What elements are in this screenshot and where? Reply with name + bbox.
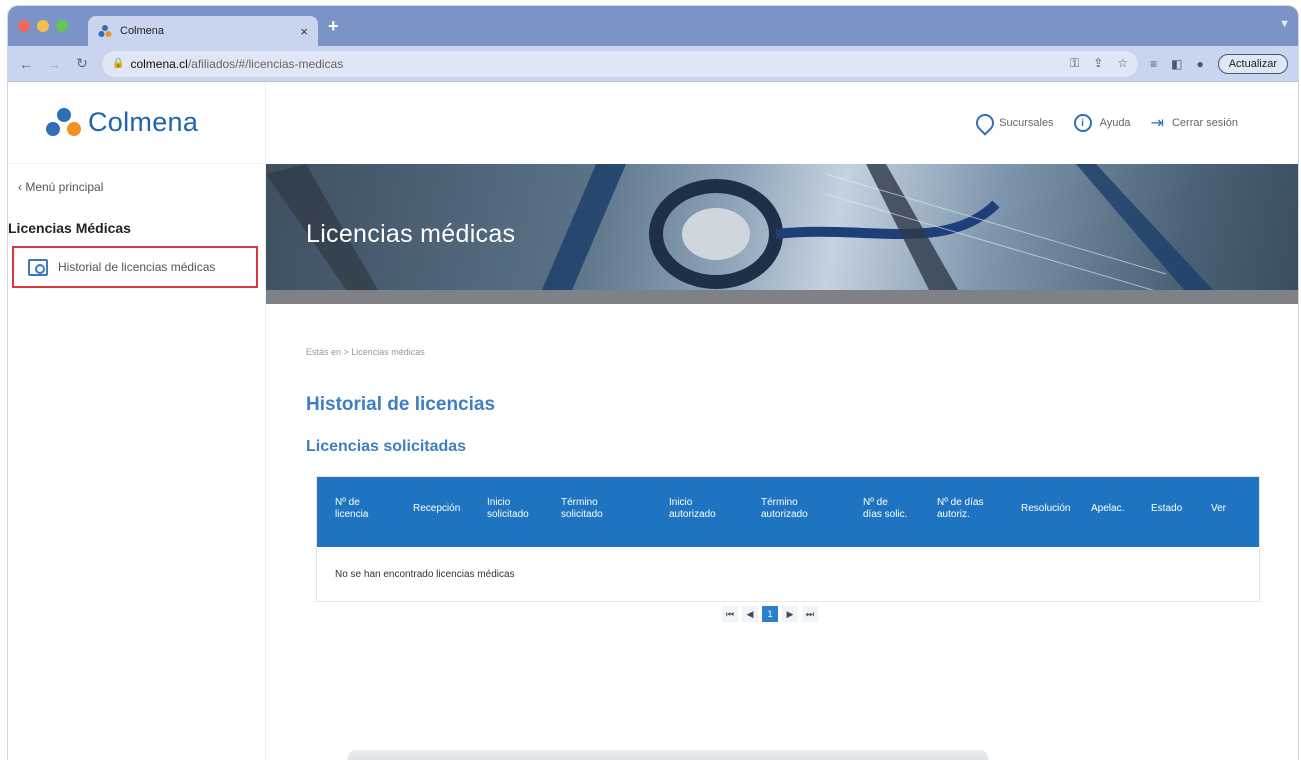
colmena-logo[interactable]: Colmena [8, 82, 265, 164]
back-arrow-icon[interactable]: ← [18, 56, 34, 72]
col-inicio-autorizado[interactable]: Inicio autorizado [669, 497, 716, 521]
sidebar: Colmena ‹ Menú principal Licencias Médic… [8, 82, 266, 760]
reading-list-icon[interactable]: ≡ [1150, 57, 1157, 71]
page-banner: Licencias médicas [266, 164, 1298, 304]
lock-icon: 🔒 [112, 58, 125, 69]
col-numero-licencia[interactable]: Nº de licencia [335, 497, 368, 521]
window-controls [18, 20, 68, 32]
sidebar-item-label: Historial de licencias médicas [58, 260, 216, 274]
key-icon[interactable]: ⚿ [1070, 56, 1079, 71]
forward-arrow-icon[interactable]: → [46, 56, 62, 72]
nav-ayuda[interactable]: i Ayuda [1073, 114, 1131, 132]
tab-title: Colmena [120, 25, 165, 37]
new-tab-button[interactable]: + [328, 16, 339, 37]
nav-logout[interactable]: ⇥ Cerrar sesión [1151, 113, 1238, 133]
address-bar-icons: ⚿ ⇪ ☆ [1070, 56, 1128, 71]
nav-ayuda-label: Ayuda [1099, 117, 1131, 129]
col-termino-autorizado[interactable]: Término autorizado [761, 497, 808, 521]
folder-camera-icon [28, 258, 48, 276]
main-menu-link[interactable]: ‹ Menú principal [8, 164, 265, 208]
bookmark-star-icon[interactable]: ☆ [1117, 56, 1128, 71]
browser-toolbar: ← → ↻ 🔒 colmena.cl/afiliados/#/licencias… [8, 46, 1298, 82]
nav-sucursales[interactable]: Sucursales [975, 114, 1053, 132]
col-inicio-solicitado[interactable]: Inicio solicitado [487, 497, 529, 521]
share-icon[interactable]: ⇪ [1093, 56, 1103, 71]
update-button[interactable]: Actualizar [1217, 53, 1288, 74]
close-window-button[interactable] [18, 20, 30, 32]
history-heading: Historial de licencias [306, 394, 496, 415]
main-content: Sucursales i Ayuda ⇥ Cerrar sesión Licen… [266, 82, 1298, 760]
reload-icon[interactable]: ↻ [74, 55, 90, 72]
current-page-button[interactable]: 1 [762, 606, 778, 622]
profile-icon[interactable]: ● [1196, 57, 1203, 71]
sidebar-section-title: Licencias Médicas [8, 220, 131, 236]
empty-message: No se han encontrado licencias médicas [335, 568, 515, 580]
col-recepcion[interactable]: Recepción [413, 503, 460, 515]
sidebar-item-historial[interactable]: Historial de licencias médicas [12, 246, 258, 288]
toolbar-right: ≡ ◧ ● Actualizar [1150, 53, 1288, 74]
col-estado[interactable]: Estado [1151, 503, 1182, 515]
col-termino-solicitado[interactable]: Término solicitado [561, 497, 603, 521]
browser-window: Colmena × + ▼ ← → ↻ 🔒 colmena.cl/afiliad… [8, 6, 1298, 760]
bottom-overlay [348, 750, 988, 760]
nav-sucursales-label: Sucursales [999, 117, 1054, 129]
colmena-favicon-icon [98, 24, 112, 38]
info-icon: i [1073, 114, 1092, 132]
logout-icon: ⇥ [1150, 115, 1164, 132]
url-path: /afiliados/#/licencias-medicas [187, 56, 344, 71]
sidepanel-icon[interactable]: ◧ [1171, 57, 1182, 71]
table-empty-row: No se han encontrado licencias médicas [317, 547, 1259, 601]
last-page-icon[interactable]: ⏭ [802, 606, 818, 622]
pagination: ⏮ ◀ 1 ▶ ⏭ [722, 606, 818, 622]
browser-tab[interactable]: Colmena × [88, 16, 318, 46]
web-page: Colmena ‹ Menú principal Licencias Médic… [8, 82, 1298, 760]
table-header: Nº de licencia Recepción Inicio solicita… [317, 477, 1259, 547]
requested-heading: Licencias solicitadas [306, 438, 467, 455]
licenses-table: Nº de licencia Recepción Inicio solicita… [316, 476, 1260, 602]
browser-tabbar: Colmena × + ▼ [8, 6, 1298, 46]
minimize-window-button[interactable] [37, 20, 49, 32]
nav-logout-label: Cerrar sesión [1171, 117, 1238, 129]
banner-strip [266, 290, 1298, 304]
address-bar[interactable]: 🔒 colmena.cl/afiliados/#/licencias-medic… [102, 50, 1139, 77]
logo-text: Colmena [88, 107, 199, 137]
top-navigation: Sucursales i Ayuda ⇥ Cerrar sesión [266, 82, 1298, 164]
maximize-window-button[interactable] [56, 20, 68, 32]
col-dias-solicitados[interactable]: Nº de días solic. [863, 497, 907, 521]
banner-title: Licencias médicas [306, 220, 516, 248]
prev-page-icon[interactable]: ◀ [742, 606, 758, 622]
col-apelacion[interactable]: Apelac. [1091, 503, 1124, 515]
tab-close-icon[interactable]: × [300, 24, 308, 39]
col-ver[interactable]: Ver [1211, 503, 1226, 515]
col-resolucion[interactable]: Resolución [1021, 503, 1070, 515]
colmena-logo-mark-icon [46, 107, 82, 138]
first-page-icon[interactable]: ⏮ [722, 606, 738, 622]
location-pin-icon [975, 114, 991, 132]
col-dias-autorizados[interactable]: Nº de días autoriz. [937, 497, 983, 521]
breadcrumb: Estás en > Licencias médicas [306, 347, 425, 357]
next-page-icon[interactable]: ▶ [782, 606, 798, 622]
tab-list-chevron-icon[interactable]: ▼ [1279, 18, 1290, 30]
url-host: colmena.cl [130, 56, 188, 71]
